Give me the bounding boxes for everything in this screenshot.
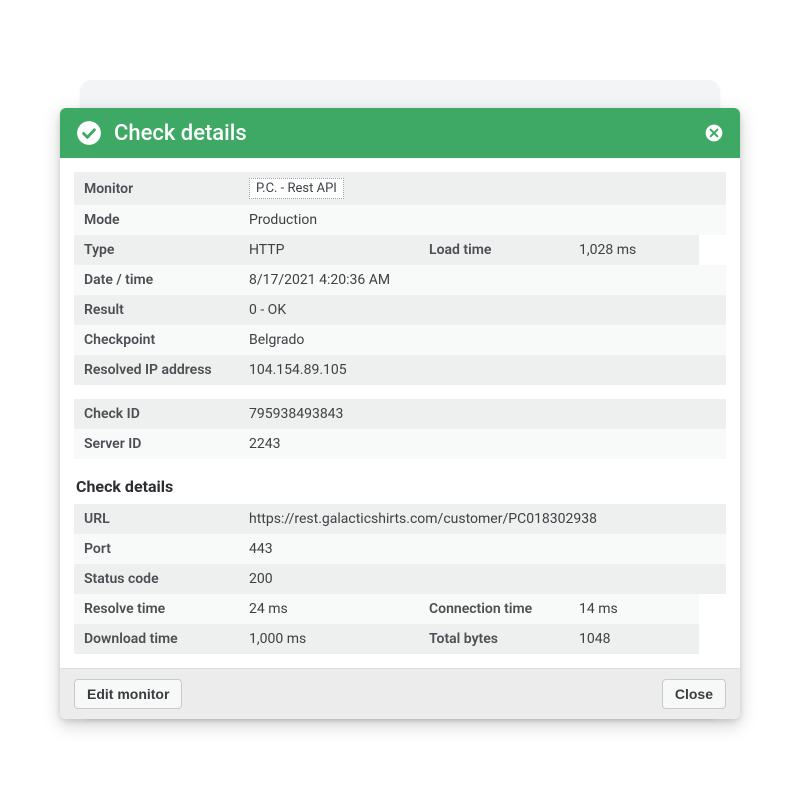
row-type: Type HTTP Load time 1,028 ms: [74, 235, 726, 265]
value-datetime: 8/17/2021 4:20:36 AM: [239, 265, 726, 295]
value-resolve-time: 24 ms: [239, 594, 419, 624]
label-status-code: Status code: [74, 564, 239, 594]
label-load-time: Load time: [419, 235, 569, 265]
label-resolve-time: Resolve time: [74, 594, 239, 624]
modal-title: Check details: [114, 121, 692, 146]
label-port: Port: [74, 534, 239, 564]
label-server-id: Server ID: [74, 429, 239, 459]
label-type: Type: [74, 235, 239, 265]
value-download-time: 1,000 ms: [239, 624, 419, 654]
row-url: URL https://rest.galacticshirts.com/cust…: [74, 504, 726, 534]
value-connection-time: 14 ms: [569, 594, 699, 624]
row-resolve-time: Resolve time 24 ms Connection time 14 ms: [74, 594, 726, 624]
check-details-modal: Check details Monitor P.C. - Rest API Mo…: [60, 108, 740, 719]
label-checkpoint: Checkpoint: [74, 325, 239, 355]
label-monitor: Monitor: [74, 172, 239, 205]
value-server-id: 2243: [239, 429, 726, 459]
row-mode: Mode Production: [74, 205, 726, 235]
value-result: 0 - OK: [239, 295, 726, 325]
label-total-bytes: Total bytes: [419, 624, 569, 654]
row-status-code: Status code 200: [74, 564, 726, 594]
section-title-check-details: Check details: [74, 473, 726, 504]
value-port: 443: [239, 534, 726, 564]
value-url: https://rest.galacticshirts.com/customer…: [239, 504, 726, 534]
value-checkpoint: Belgrado: [239, 325, 726, 355]
details-group-2: Check ID 795938493843 Server ID 2243: [74, 399, 726, 459]
value-type: HTTP: [239, 235, 419, 265]
monitor-link[interactable]: P.C. - Rest API: [249, 178, 344, 199]
row-result: Result 0 - OK: [74, 295, 726, 325]
value-load-time: 1,028 ms: [569, 235, 699, 265]
edit-monitor-button[interactable]: Edit monitor: [74, 679, 182, 709]
close-button[interactable]: Close: [662, 679, 726, 709]
label-datetime: Date / time: [74, 265, 239, 295]
label-url: URL: [74, 504, 239, 534]
row-datetime: Date / time 8/17/2021 4:20:36 AM: [74, 265, 726, 295]
row-checkpoint: Checkpoint Belgrado: [74, 325, 726, 355]
check-circle-icon: [76, 120, 102, 146]
row-resolved-ip: Resolved IP address 104.154.89.105: [74, 355, 726, 385]
row-monitor: Monitor P.C. - Rest API: [74, 172, 726, 205]
value-check-id: 795938493843: [239, 399, 726, 429]
value-monitor: P.C. - Rest API: [239, 172, 726, 205]
label-connection-time: Connection time: [419, 594, 569, 624]
modal-footer: Edit monitor Close: [60, 668, 740, 719]
modal-body: Monitor P.C. - Rest API Mode Production …: [60, 158, 740, 654]
value-resolved-ip: 104.154.89.105: [239, 355, 726, 385]
label-download-time: Download time: [74, 624, 239, 654]
row-check-id: Check ID 795938493843: [74, 399, 726, 429]
value-total-bytes: 1048: [569, 624, 699, 654]
details-group-1: Monitor P.C. - Rest API Mode Production …: [74, 172, 726, 385]
label-mode: Mode: [74, 205, 239, 235]
row-download-time: Download time 1,000 ms Total bytes 1048: [74, 624, 726, 654]
label-check-id: Check ID: [74, 399, 239, 429]
row-port: Port 443: [74, 534, 726, 564]
value-mode: Production: [239, 205, 726, 235]
close-icon[interactable]: [704, 123, 724, 143]
label-result: Result: [74, 295, 239, 325]
modal-header: Check details: [60, 108, 740, 158]
label-resolved-ip: Resolved IP address: [74, 355, 239, 385]
value-status-code: 200: [239, 564, 726, 594]
row-server-id: Server ID 2243: [74, 429, 726, 459]
details-group-3: URL https://rest.galacticshirts.com/cust…: [74, 504, 726, 654]
